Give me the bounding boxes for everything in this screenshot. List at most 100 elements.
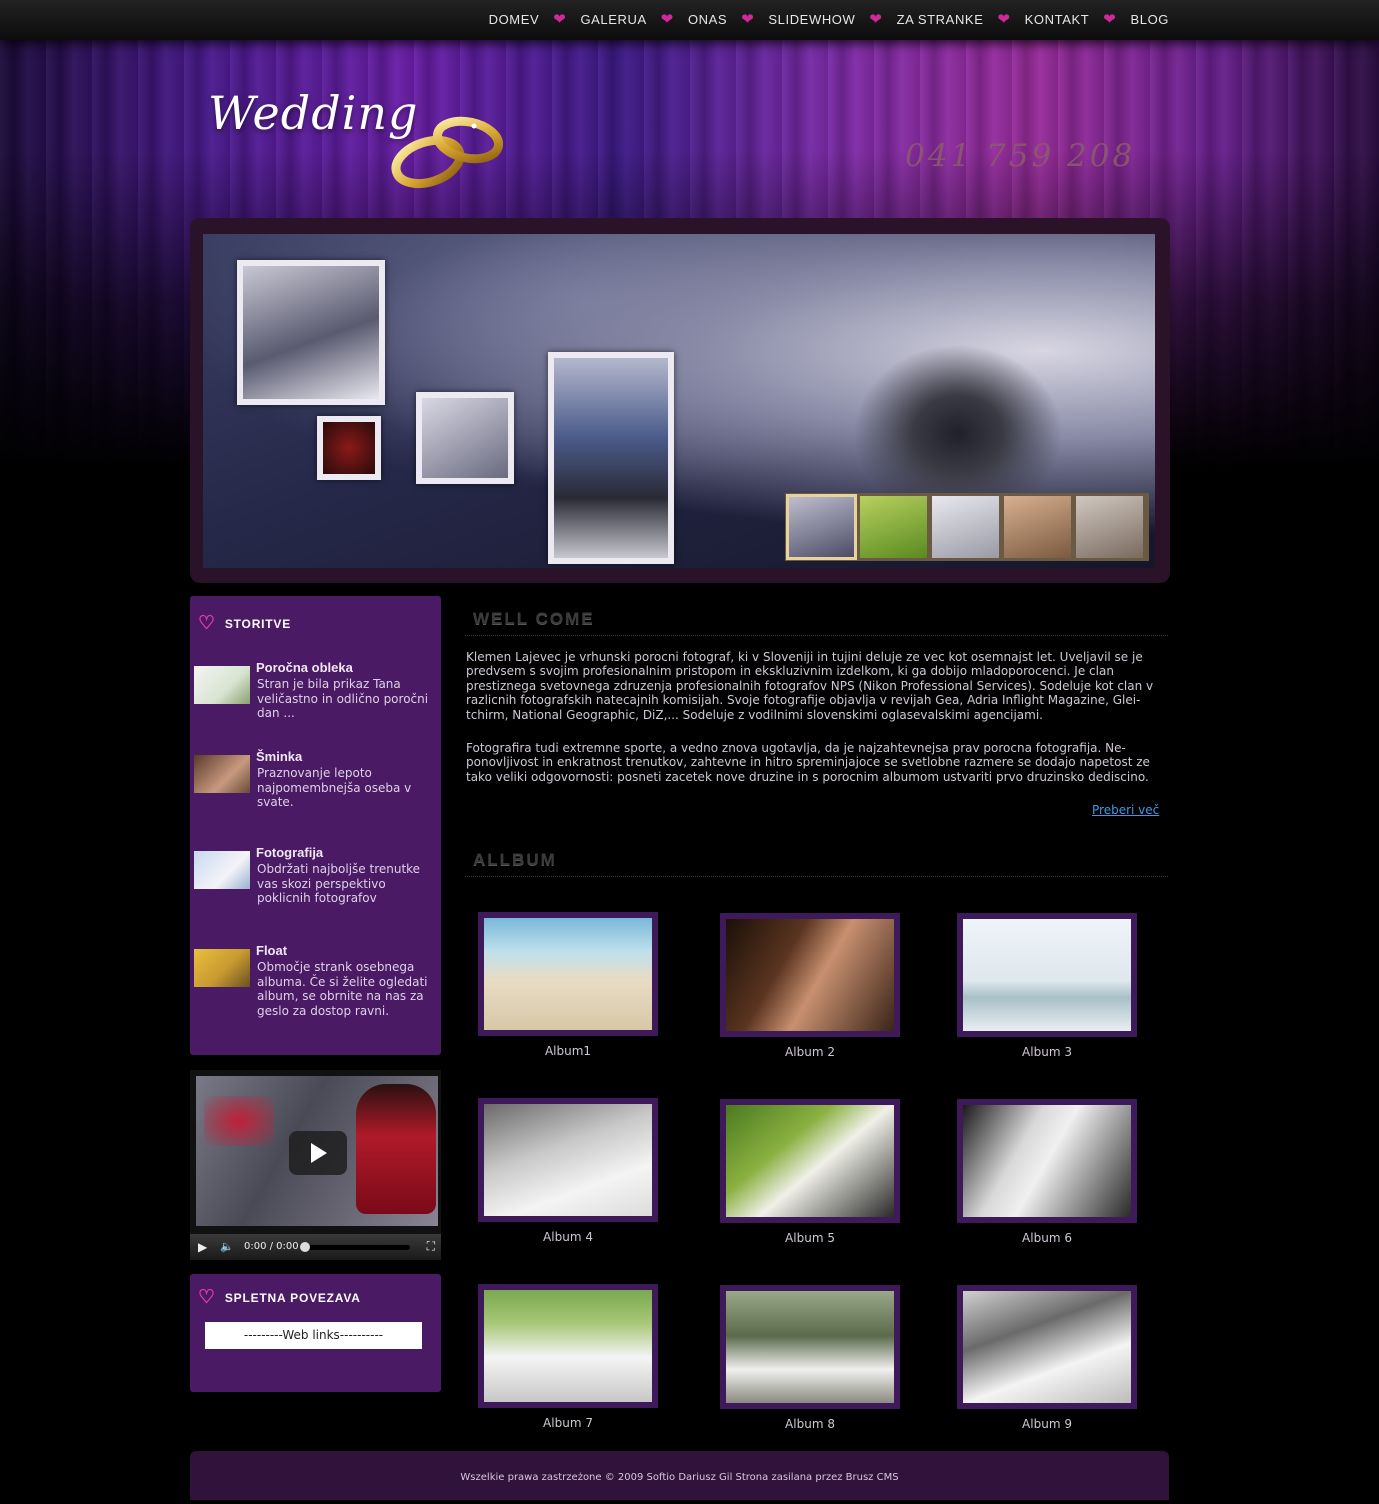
album-title: ALLBUM — [473, 850, 557, 869]
album-thumbnail[interactable] — [484, 1104, 652, 1216]
site-logo[interactable]: Wedding — [208, 86, 418, 140]
album-caption[interactable]: Album 2 — [720, 1045, 900, 1059]
album-thumbnail[interactable] — [726, 1291, 894, 1403]
services-box: ♡ STORITVE Poročna obleka Stran je bila … — [190, 596, 441, 1055]
intro-paragraph-2: Fotografira tudi extremne sporte, a vedn… — [466, 741, 1150, 784]
slide-photo-card — [317, 416, 381, 480]
video-screen[interactable] — [196, 1076, 438, 1226]
play-icon[interactable] — [289, 1131, 347, 1175]
phone-number: 041 759 208 — [905, 138, 1136, 174]
nav-item-za-stranke[interactable]: ZA STRANKE — [897, 12, 984, 27]
service-thumbnail — [194, 666, 250, 704]
heart-icon: ❤ — [741, 11, 755, 28]
album-frame — [720, 1099, 900, 1223]
album-card[interactable]: Album 4 — [478, 1098, 658, 1244]
footer: Wszelkie prawa zastrzeżone © 2009 Softio… — [190, 1451, 1169, 1500]
service-text: Obdržati najboljše trenutke vas skozi pe… — [257, 862, 421, 905]
services-heading: ♡ STORITVE — [198, 612, 291, 635]
service-thumbnail — [194, 755, 250, 793]
album-thumbnail[interactable] — [726, 1105, 894, 1217]
video-player: ▶ 🔈 0:00 / 0:00 ⛶ — [190, 1070, 441, 1260]
heart-icon: ❤ — [869, 11, 883, 28]
read-more-link[interactable]: Preberi več — [1092, 803, 1159, 817]
slide-thumbnail[interactable] — [932, 496, 999, 558]
footer-text: Wszelkie prawa zastrzeżone © 2009 Softio… — [460, 1472, 899, 1483]
video-progress-handle[interactable] — [300, 1242, 310, 1252]
main-navigation: DOMEV ❤ GALERUA ❤ ONAS ❤ SLIDEWHOW ❤ ZA … — [489, 12, 1169, 27]
album-thumbnail[interactable] — [963, 1291, 1131, 1403]
heart-icon: ♡ — [198, 613, 216, 634]
web-links-title: SPLETNA POVEZAVA — [224, 1290, 361, 1305]
album-card[interactable]: Album 9 — [957, 1285, 1137, 1431]
video-controls: ▶ 🔈 0:00 / 0:00 ⛶ — [190, 1234, 441, 1260]
slide-thumbnail[interactable] — [786, 494, 857, 560]
nav-item-kontakt[interactable]: KONTAKT — [1025, 12, 1090, 27]
web-links-box: ♡ SPLETNA POVEZAVA ---------Web links---… — [190, 1274, 441, 1392]
slide-photo-card — [548, 352, 674, 564]
slide-thumbnail[interactable] — [860, 496, 927, 558]
service-thumbnail — [194, 949, 250, 987]
service-text: Območje strank osebnega albuma. Če si že… — [257, 960, 428, 1018]
welcome-title: WELL COME — [473, 609, 595, 628]
album-caption[interactable]: Album 8 — [720, 1417, 900, 1431]
slide-thumbnails — [785, 493, 1149, 561]
album-caption[interactable]: Album 4 — [478, 1230, 658, 1244]
album-thumbnail[interactable] — [726, 919, 894, 1031]
album-caption[interactable]: Album 3 — [957, 1045, 1137, 1059]
heart-icon: ❤ — [553, 11, 567, 28]
nav-item-domev[interactable]: DOMEV — [489, 12, 540, 27]
nav-item-galerua[interactable]: GALERUA — [580, 12, 646, 27]
service-title[interactable]: Šminka — [256, 749, 302, 764]
video-progress-bar[interactable] — [300, 1242, 410, 1252]
volume-icon[interactable]: 🔈 — [220, 1240, 234, 1253]
album-caption[interactable]: Album 7 — [478, 1416, 658, 1430]
album-section-title: ALLBUM — [465, 840, 1168, 877]
album-frame — [478, 1284, 658, 1408]
slide-thumbnail[interactable] — [1004, 496, 1071, 558]
video-figure — [356, 1084, 436, 1214]
album-card[interactable]: Album 6 — [957, 1099, 1137, 1245]
nav-item-slidewhow[interactable]: SLIDEWHOW — [768, 12, 855, 27]
service-title[interactable]: Poročna obleka — [256, 660, 353, 675]
album-frame — [478, 912, 658, 1036]
album-thumbnail[interactable] — [484, 918, 652, 1030]
heart-icon: ♡ — [198, 1287, 216, 1308]
album-card[interactable]: Album 3 — [957, 913, 1137, 1059]
video-time: 0:00 / 0:00 — [244, 1241, 299, 1252]
album-card[interactable]: Album 7 — [478, 1284, 658, 1430]
album-thumbnail[interactable] — [963, 919, 1131, 1031]
kiss-graphic — [204, 1096, 274, 1146]
play-small-icon[interactable]: ▶ — [198, 1240, 207, 1254]
album-caption[interactable]: Album 5 — [720, 1231, 900, 1245]
album-card[interactable]: Album 8 — [720, 1285, 900, 1431]
album-thumbnail[interactable] — [963, 1105, 1131, 1217]
service-title[interactable]: Fotografija — [256, 845, 323, 860]
album-frame — [957, 913, 1137, 1037]
top-navigation-bar: DOMEV ❤ GALERUA ❤ ONAS ❤ SLIDEWHOW ❤ ZA … — [0, 0, 1379, 40]
album-card[interactable]: Album1 — [478, 912, 658, 1058]
nav-item-onas[interactable]: ONAS — [688, 12, 727, 27]
album-caption[interactable]: Album1 — [478, 1044, 658, 1058]
album-frame — [478, 1098, 658, 1222]
service-thumbnail — [194, 851, 250, 889]
album-card[interactable]: Album 2 — [720, 913, 900, 1059]
nav-item-blog[interactable]: BLOG — [1130, 12, 1169, 27]
intro-paragraph-1: Klemen Lajevec je vrhunski porocni fotog… — [466, 650, 1154, 722]
service-title[interactable]: Float — [256, 943, 287, 958]
service-text: Stran je bila prikaz Tana veličastno in … — [257, 677, 429, 720]
slide-image[interactable] — [203, 234, 1155, 568]
album-thumbnail[interactable] — [484, 1290, 652, 1402]
heart-icon: ❤ — [997, 11, 1011, 28]
wedding-rings-icon — [391, 116, 504, 189]
web-links-heading: ♡ SPLETNA POVEZAVA — [198, 1286, 361, 1309]
album-caption[interactable]: Album 6 — [957, 1231, 1137, 1245]
web-links-select[interactable]: ---------Web links---------- — [205, 1322, 422, 1349]
album-card[interactable]: Album 5 — [720, 1099, 900, 1245]
album-frame — [957, 1099, 1137, 1223]
fullscreen-icon[interactable]: ⛶ — [427, 1239, 435, 1254]
hero-slider — [190, 218, 1170, 583]
welcome-section-title: WELL COME — [465, 599, 1168, 636]
album-caption[interactable]: Album 9 — [957, 1417, 1137, 1431]
slide-thumbnail[interactable] — [1076, 496, 1143, 558]
slide-photo-card — [237, 260, 385, 405]
